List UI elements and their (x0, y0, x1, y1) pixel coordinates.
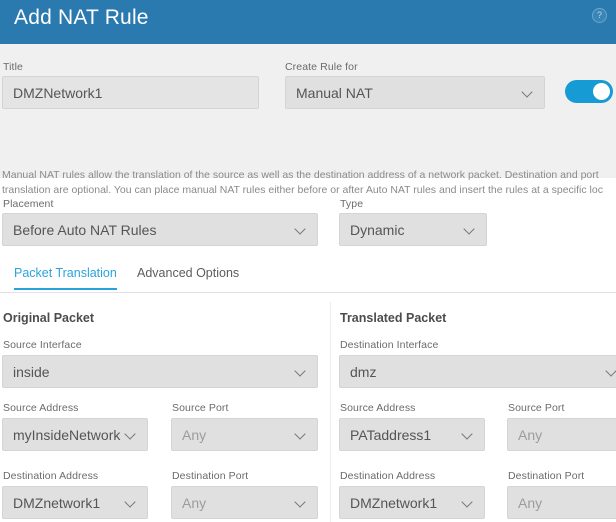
chevron-down-icon (462, 497, 474, 509)
packet-tabs: Packet Translation Advanced Options (0, 266, 616, 294)
original-source-address-label: Source Address (3, 402, 79, 414)
translated-source-port-select[interactable]: Any (507, 418, 616, 451)
chevron-down-icon (295, 429, 307, 441)
translated-source-address-value: PATaddress1 (350, 426, 432, 443)
original-source-address-value: myInsideNetwork (13, 426, 121, 443)
source-interface-label: Source Interface (3, 339, 82, 351)
destination-interface-value: dmz (350, 363, 377, 380)
translated-destination-port-value: Any (518, 494, 543, 511)
chevron-down-icon (464, 224, 476, 236)
type-label: Type (340, 198, 364, 210)
original-destination-address-value: DMZnetwork1 (13, 494, 101, 511)
destination-interface-select[interactable]: dmz (339, 355, 616, 388)
tab-underline-divider (0, 292, 616, 293)
chevron-down-icon (295, 224, 307, 236)
translated-source-port-value: Any (518, 426, 543, 443)
original-packet-heading: Original Packet (3, 311, 95, 325)
original-destination-port-label: Destination Port (172, 470, 249, 482)
title-input[interactable]: DMZNetwork1 (2, 76, 259, 109)
rule-options-row: Placement Before Auto NAT Rules Type Dyn… (0, 178, 616, 258)
column-divider (330, 302, 331, 522)
translated-packet-heading: Translated Packet (340, 311, 447, 325)
translated-destination-address-label: Destination Address (340, 470, 436, 482)
help-icon[interactable]: ? (592, 8, 607, 23)
chevron-down-icon (125, 429, 137, 441)
enable-rule-toggle[interactable] (565, 80, 613, 103)
source-interface-value: inside (13, 363, 50, 380)
create-rule-for-value: Manual NAT (296, 84, 373, 101)
translated-destination-address-value: DMZnetwork1 (350, 494, 438, 511)
title-label: Title (3, 61, 23, 73)
placement-value: Before Auto NAT Rules (13, 221, 157, 238)
translated-destination-address-select[interactable]: DMZnetwork1 (339, 486, 485, 519)
translated-source-address-select[interactable]: PATaddress1 (339, 418, 485, 451)
original-destination-address-label: Destination Address (3, 470, 99, 482)
type-select[interactable]: Dynamic (339, 213, 487, 246)
tab-advanced-options[interactable]: Advanced Options (137, 266, 239, 288)
rule-summary-panel: Title DMZNetwork1 Create Rule for Manual… (0, 44, 616, 196)
toggle-knob (593, 83, 610, 100)
chevron-down-icon (295, 497, 307, 509)
chevron-down-icon (606, 366, 616, 378)
chevron-down-icon (522, 87, 534, 99)
translated-source-address-label: Source Address (340, 402, 416, 414)
chevron-down-icon (295, 366, 307, 378)
destination-interface-label: Destination Interface (340, 339, 439, 351)
original-source-port-value: Any (182, 426, 207, 443)
original-source-port-select[interactable]: Any (171, 418, 318, 451)
add-nat-rule-dialog: Add NAT Rule ? Title DMZNetwork1 Create … (0, 0, 616, 522)
original-source-port-label: Source Port (172, 402, 229, 414)
page-title: Add NAT Rule (14, 6, 149, 29)
placement-select[interactable]: Before Auto NAT Rules (2, 213, 318, 246)
translated-destination-port-label: Destination Port (508, 470, 585, 482)
create-rule-for-label: Create Rule for (285, 61, 358, 73)
original-destination-port-value: Any (182, 494, 207, 511)
translated-source-port-label: Source Port (508, 402, 565, 414)
type-value: Dynamic (350, 221, 405, 238)
chevron-down-icon (462, 429, 474, 441)
tab-packet-translation[interactable]: Packet Translation (14, 266, 117, 290)
original-source-address-select[interactable]: myInsideNetwork (2, 418, 148, 451)
placement-label: Placement (3, 198, 54, 210)
translated-destination-port-select[interactable]: Any (507, 486, 616, 519)
create-rule-for-select[interactable]: Manual NAT (285, 76, 545, 109)
source-interface-select[interactable]: inside (2, 355, 318, 388)
original-destination-address-select[interactable]: DMZnetwork1 (2, 486, 148, 519)
original-destination-port-select[interactable]: Any (171, 486, 318, 519)
dialog-header: Add NAT Rule ? (0, 0, 616, 44)
chevron-down-icon (125, 497, 137, 509)
